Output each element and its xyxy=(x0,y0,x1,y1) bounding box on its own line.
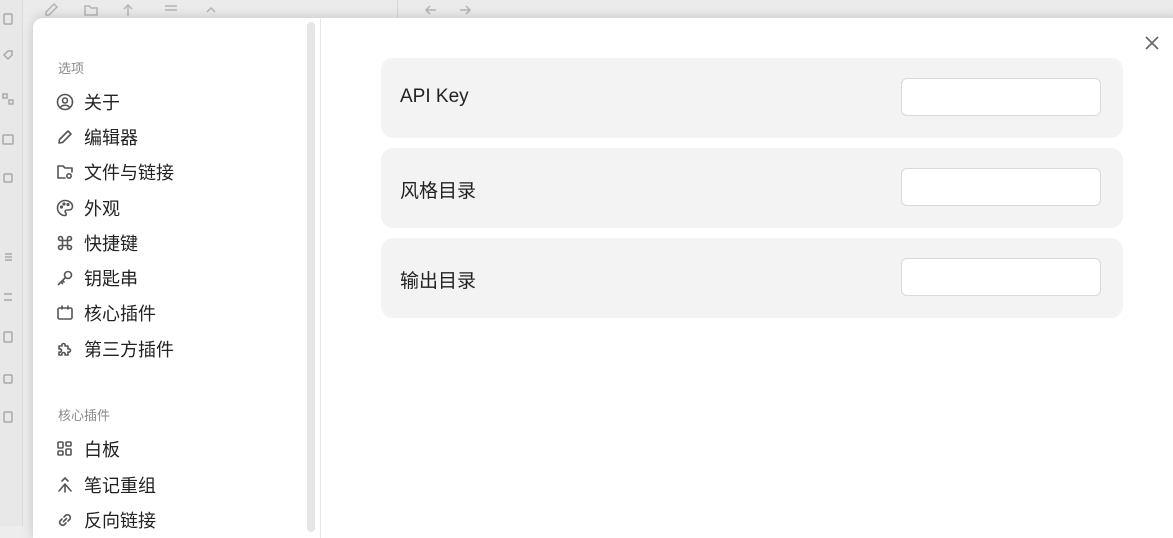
output-directory-input[interactable] xyxy=(901,258,1101,296)
sidebar-item-editor[interactable]: 编辑器 xyxy=(55,122,295,152)
pencil-icon xyxy=(55,127,75,147)
sidebar-item-label: 反向链接 xyxy=(84,511,156,531)
key-icon xyxy=(55,268,75,288)
puzzle-icon xyxy=(55,339,75,359)
settings-sidebar: 选项 关于 编辑器 文件与链接 外观 快捷键 钥匙串 核心插件 第三方插件 核心… xyxy=(33,18,320,538)
new-folder-icon xyxy=(83,2,99,18)
sidebar-item-about[interactable]: 关于 xyxy=(55,87,295,117)
merge-arrow-icon xyxy=(55,475,75,495)
sidebar-item-label: 快捷键 xyxy=(84,234,138,254)
setting-label: 输出目录 xyxy=(400,271,477,292)
sidebar-item-label: 核心插件 xyxy=(84,304,156,324)
sidebar-item-canvas[interactable]: 白板 xyxy=(55,434,295,464)
file-icon xyxy=(2,330,14,343)
folder-cog-icon xyxy=(55,162,75,182)
setting-row-output-directory: 输出目录 xyxy=(381,238,1123,318)
file-icon xyxy=(2,410,14,423)
setting-label: 风格目录 xyxy=(400,181,477,202)
grid-icon xyxy=(55,439,75,459)
pane-divider xyxy=(320,18,321,538)
toolbar-divider xyxy=(397,0,398,18)
link-icon xyxy=(55,510,75,530)
back-arrow-icon xyxy=(423,2,439,18)
sidebar-item-label: 第三方插件 xyxy=(84,340,174,360)
archive-icon xyxy=(2,170,14,183)
section-title-core-plugins: 核心插件 xyxy=(58,408,111,423)
sidebar-item-label: 外观 xyxy=(84,199,120,219)
sidebar-item-backlinks[interactable]: 反向链接 xyxy=(55,505,295,535)
sidebar-item-label: 钥匙串 xyxy=(84,269,138,289)
sidebar-item-community-plugins[interactable]: 第三方插件 xyxy=(55,334,295,364)
sidebar-item-label: 白板 xyxy=(84,440,120,460)
sidebar-item-keychain[interactable]: 钥匙串 xyxy=(55,263,295,293)
setting-row-api-key: API Key xyxy=(381,58,1123,138)
sidebar-item-label: 笔记重组 xyxy=(84,476,156,496)
palette-icon xyxy=(55,198,75,218)
list-icon xyxy=(2,250,14,262)
shuffle-icon xyxy=(2,290,14,302)
image-icon xyxy=(2,372,14,384)
close-icon xyxy=(1145,36,1159,50)
forward-arrow-icon xyxy=(457,2,473,18)
sidebar-item-hotkeys[interactable]: 快捷键 xyxy=(55,228,295,258)
command-icon xyxy=(55,233,75,253)
app-left-rail xyxy=(0,0,23,526)
app-toolbar xyxy=(23,0,1173,18)
sidebar-item-appearance[interactable]: 外观 xyxy=(55,193,295,223)
calendar-icon xyxy=(2,132,14,145)
sidebar-scrollbar[interactable] xyxy=(307,22,315,532)
api-key-input[interactable] xyxy=(901,78,1101,116)
calendar-box-icon xyxy=(55,303,75,323)
sidebar-item-label: 关于 xyxy=(84,93,120,113)
user-circle-icon xyxy=(55,92,75,112)
style-directory-input[interactable] xyxy=(901,168,1101,206)
tag-icon xyxy=(2,48,14,61)
sidebar-item-files-links[interactable]: 文件与链接 xyxy=(55,157,295,187)
new-note-icon xyxy=(43,2,59,18)
collapse-icon xyxy=(163,2,179,18)
grid-icon xyxy=(2,92,14,105)
close-button[interactable] xyxy=(1141,32,1163,54)
chevron-up-icon xyxy=(203,2,219,18)
sort-icon xyxy=(120,2,136,18)
setting-label: API Key xyxy=(400,86,469,107)
sidebar-item-note-composer[interactable]: 笔记重组 xyxy=(55,470,295,500)
file-icon xyxy=(2,12,14,25)
sidebar-item-label: 文件与链接 xyxy=(84,163,174,183)
section-title-options: 选项 xyxy=(58,61,85,76)
settings-modal: 选项 关于 编辑器 文件与链接 外观 快捷键 钥匙串 核心插件 第三方插件 核心… xyxy=(33,18,1173,538)
setting-row-style-directory: 风格目录 xyxy=(381,148,1123,228)
sidebar-item-label: 编辑器 xyxy=(84,128,138,148)
sidebar-item-core-plugins[interactable]: 核心插件 xyxy=(55,298,295,328)
